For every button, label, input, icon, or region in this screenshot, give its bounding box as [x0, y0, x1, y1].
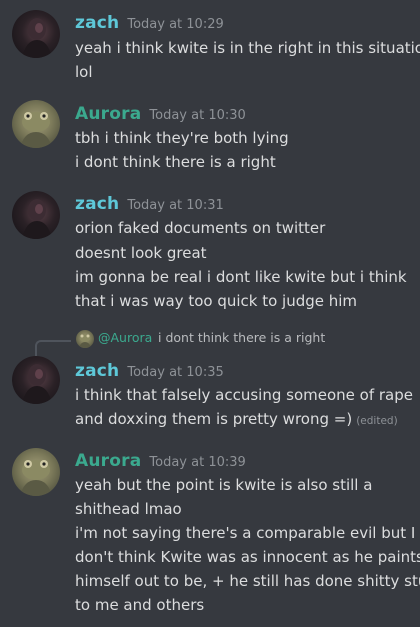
message-text: i think that falsely accusing someone of… — [75, 386, 413, 404]
author-name[interactable]: zach — [75, 13, 119, 33]
message-text: yeah i think kwite is in the right in th… — [75, 39, 420, 57]
avatar-aurora[interactable] — [12, 448, 60, 496]
frog-portrait-avatar-icon — [20, 460, 52, 496]
message-text-content: and doxxing them is pretty wrong =) — [75, 410, 353, 428]
message-text: im gonna be real i dont like kwite but i… — [75, 268, 407, 286]
avatar-zach[interactable] — [12, 191, 60, 239]
message-text: orion faked documents on twitter — [75, 219, 326, 237]
dark-portrait-avatar-icon — [22, 18, 52, 58]
message-timestamp: Today at 10:29 — [127, 17, 224, 32]
message-text: tbh i think they're both lying — [75, 129, 289, 147]
dark-portrait-avatar-icon — [22, 364, 52, 404]
message-text: shithead lmao — [75, 500, 182, 518]
message-timestamp: Today at 10:39 — [149, 455, 246, 470]
frog-portrait-avatar-icon — [79, 334, 91, 348]
message-timestamp: Today at 10:30 — [149, 108, 246, 123]
reply-reference[interactable]: @Aurora i dont think there is a right — [0, 328, 420, 356]
message-text: i'm not saying there's a comparable evil… — [75, 524, 416, 542]
dark-portrait-avatar-icon — [22, 199, 52, 239]
reply-text[interactable]: i dont think there is a right — [158, 330, 325, 345]
message-text: and doxxing them is pretty wrong =) (edit… — [75, 407, 398, 433]
message-text: that i was way too quick to judge him — [75, 292, 358, 310]
message-text: to me and others — [75, 596, 205, 614]
message-text: don't think Kwite was as innocent as he … — [75, 548, 420, 566]
message-timestamp: Today at 10:35 — [127, 365, 224, 380]
edited-label: (edited) — [356, 415, 398, 427]
message-text: lol — [75, 63, 93, 81]
author-name[interactable]: zach — [75, 194, 119, 214]
message-timestamp: Today at 10:31 — [127, 198, 224, 213]
avatar-zach[interactable] — [12, 356, 60, 404]
message-text: himself out to be, + he still has done s… — [75, 572, 420, 590]
message-text: yeah but the point is kwite is also stil… — [75, 476, 373, 494]
author-name[interactable]: Aurora — [75, 104, 141, 124]
avatar-aurora[interactable] — [12, 100, 60, 148]
reply-spine — [35, 340, 71, 356]
reply-author[interactable]: @Aurora — [98, 330, 152, 345]
author-name[interactable]: Aurora — [75, 451, 141, 471]
author-name[interactable]: zach — [75, 361, 119, 381]
avatar-zach[interactable] — [12, 10, 60, 58]
frog-portrait-avatar-icon — [20, 112, 52, 148]
reply-avatar — [76, 330, 94, 348]
message-text: i dont think there is a right — [75, 153, 276, 171]
message-text: doesnt look great — [75, 244, 207, 262]
chat-message-list: zach Today at 10:29 yeah i think kwite is… — [0, 0, 420, 627]
